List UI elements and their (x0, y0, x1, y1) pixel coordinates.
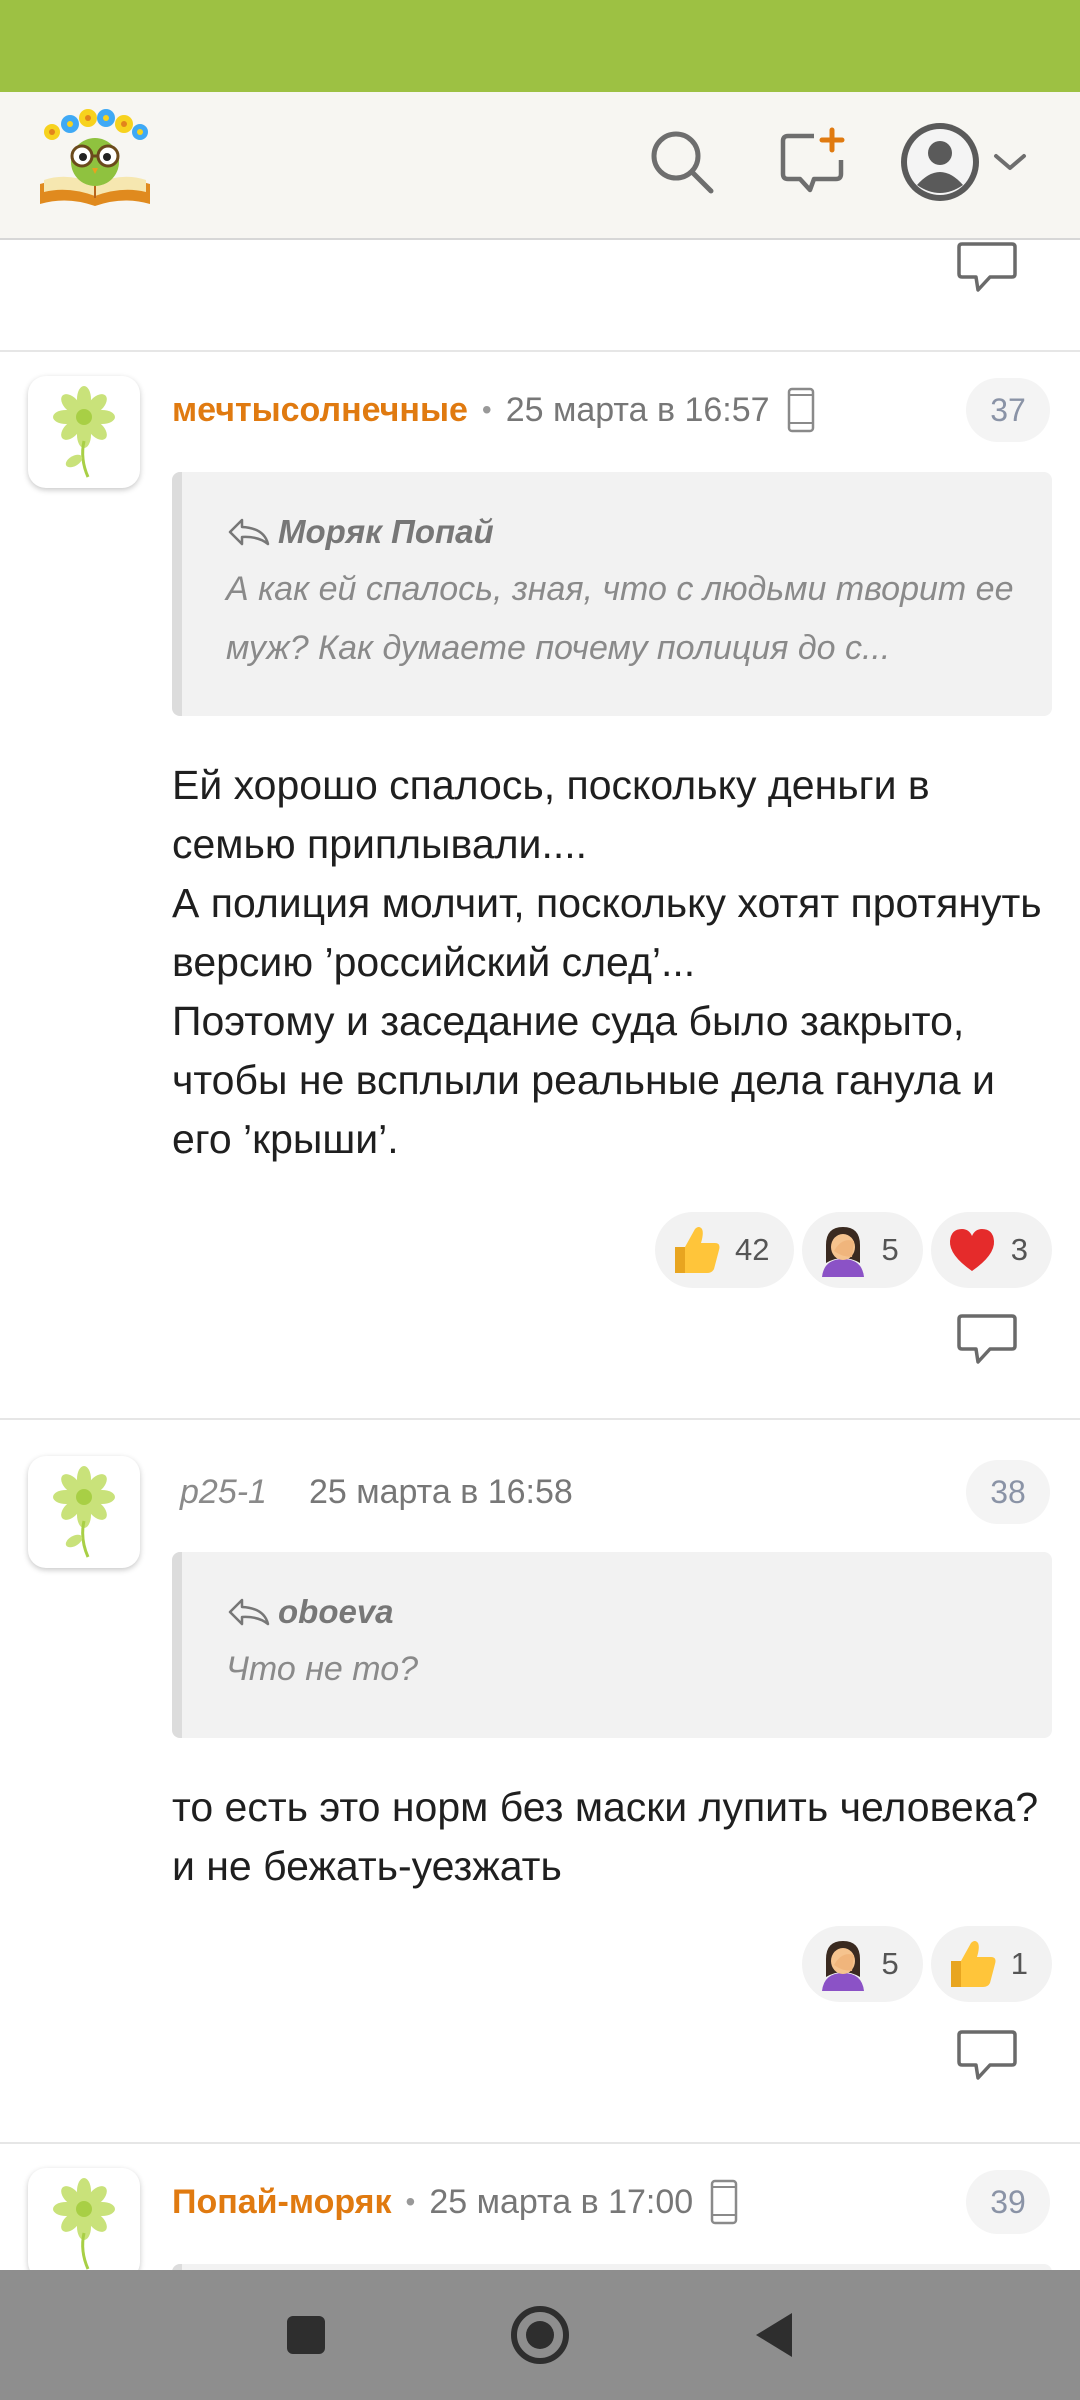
reaction-count: 42 (735, 1232, 770, 1267)
comment-author[interactable]: Попай-моряк (172, 2183, 392, 2222)
comment-divider (0, 1418, 1080, 1420)
comment-meta: мечтысолнечные • 25 марта в 16:57 (172, 380, 816, 440)
comment-number-badge[interactable]: 38 (966, 1460, 1050, 1524)
facepalm-icon (816, 1937, 870, 1991)
quote-text: А как ей спалось, зная, что с людьми тво… (226, 570, 1014, 667)
system-navigation-bar (0, 2270, 1080, 2400)
reply-arrow-icon (226, 1596, 272, 1628)
comment-author[interactable]: мечтысолнечные (172, 391, 468, 430)
reaction-thumbs-up[interactable]: 1 (930, 1926, 1052, 2002)
back-icon[interactable] (742, 2303, 806, 2367)
comment-divider (0, 350, 1080, 352)
facepalm-icon (816, 1223, 870, 1277)
quote-author: Моряк Попай (278, 513, 494, 550)
reaction-facepalm[interactable]: 5 (801, 1926, 923, 2002)
comment-time[interactable]: 25 марта в 16:57 (506, 391, 770, 430)
reaction-heart[interactable]: 3 (930, 1212, 1052, 1288)
comments-feed: мечтысолнечные • 25 марта в 16:57 37 Мор… (0, 240, 1080, 2270)
home-icon[interactable] (508, 2303, 572, 2367)
app-header (0, 92, 1080, 240)
chevron-down-icon[interactable] (990, 122, 1030, 202)
reactions-bar: 42 5 3 (655, 1212, 1052, 1288)
separator-dot: • (481, 394, 492, 425)
comment-time[interactable]: 25 марта в 17:00 (429, 2183, 693, 2222)
comment-divider (0, 2142, 1080, 2144)
thumbs-up-icon (669, 1223, 723, 1277)
reaction-count: 5 (881, 1946, 899, 1981)
quote-author-row: oboeva (226, 1590, 1016, 1634)
reply-icon[interactable] (956, 2028, 1018, 2084)
book-flower-owl-logo[interactable] (32, 106, 158, 212)
user-avatar-icon[interactable] (898, 120, 982, 204)
avatar[interactable] (28, 1456, 140, 1568)
comment-time[interactable]: 25 марта в 16:58 (309, 1473, 573, 1512)
thumbs-up-icon (945, 1937, 999, 1991)
new-message-plus-icon[interactable] (774, 122, 854, 202)
comment-meta: p25-1 25 марта в 16:58 (180, 1462, 573, 1522)
quoted-comment[interactable]: oboeva Что не то? (172, 1552, 1052, 1738)
heart-icon (945, 1223, 999, 1277)
quote-author: oboeva (278, 1593, 394, 1630)
quoted-comment[interactable]: Моряк Попай А как ей спалось, зная, что … (172, 472, 1052, 716)
comment-author[interactable]: p25-1 (180, 1473, 267, 1512)
mobile-phone-icon (709, 2179, 739, 2225)
reaction-count: 5 (881, 1232, 899, 1267)
comment-number-badge[interactable]: 37 (966, 378, 1050, 442)
reaction-thumbs-up[interactable]: 42 (655, 1212, 794, 1288)
comment-number-badge[interactable]: 39 (966, 2170, 1050, 2234)
avatar[interactable] (28, 2168, 140, 2270)
search-icon[interactable] (642, 122, 722, 202)
comment-text: Ей хорошо спалось, поскольку деньги в се… (172, 762, 1042, 1162)
comment-meta: Попай-моряк • 25 марта в 17:00 (172, 2172, 739, 2232)
quote-author-row: Моряк Попай (226, 510, 1016, 554)
reactions-bar: 5 1 (801, 1926, 1052, 2002)
reply-icon[interactable] (956, 240, 1018, 296)
avatar[interactable] (28, 376, 140, 488)
status-bar (0, 0, 1080, 92)
reaction-count: 1 (1010, 1946, 1028, 1981)
quote-text: Что не то? (226, 1650, 419, 1688)
comment-text: то есть это норм без маски лупить челове… (172, 1784, 1039, 1889)
separator-dot: • (405, 2186, 416, 2217)
reaction-count: 3 (1010, 1232, 1028, 1267)
reply-icon[interactable] (956, 1312, 1018, 1368)
recent-apps-icon[interactable] (274, 2303, 338, 2367)
mobile-phone-icon (786, 387, 816, 433)
reply-arrow-icon (226, 516, 272, 548)
reaction-facepalm[interactable]: 5 (801, 1212, 923, 1288)
